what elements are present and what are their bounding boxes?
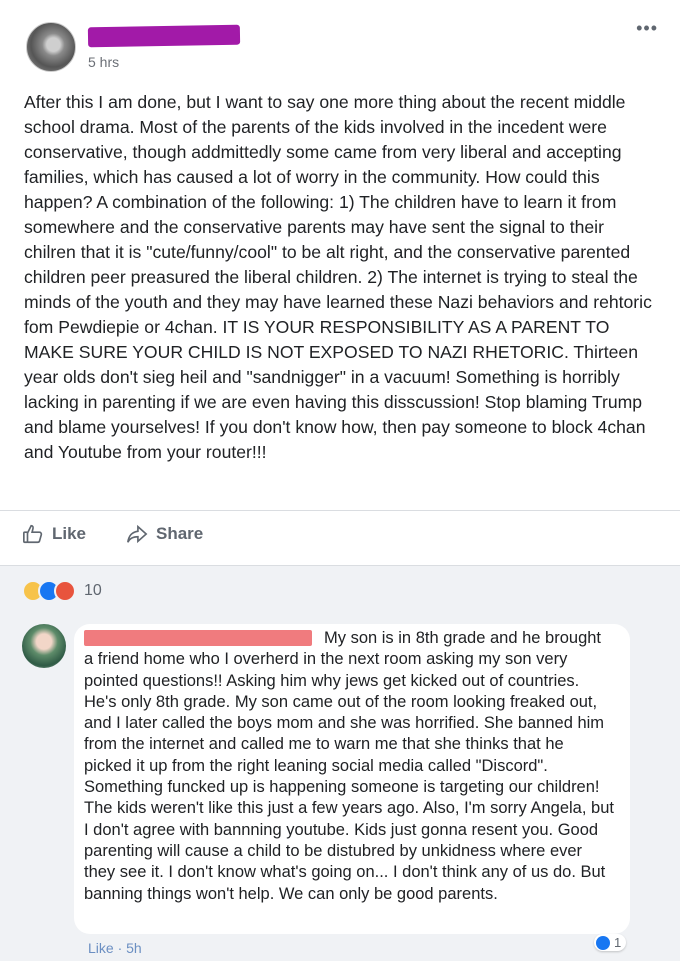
like-button[interactable]: Like [22, 523, 86, 545]
comment-meta-separator: · [117, 940, 127, 956]
reaction-count: 10 [84, 582, 102, 599]
comment-text: My son is in 8th grade and he brought a … [84, 629, 614, 903]
comment-meta: Like · 5h [88, 940, 142, 956]
comment-like-link[interactable]: Like [88, 940, 114, 956]
commenter-avatar[interactable] [22, 624, 66, 668]
like-reaction-icon [596, 935, 610, 950]
like-button-label: Like [52, 524, 87, 543]
comment-reaction-count: 1 [614, 935, 622, 950]
post-action-bar: Like Share [0, 510, 680, 561]
comment-bubble: My son is in 8th grade and he brought a … [74, 624, 630, 934]
post-card: 5 hrs ••• After this I am done, but I wa… [0, 0, 680, 565]
poster-name-redaction [87, 24, 241, 48]
share-arrow-icon [127, 524, 148, 544]
share-button[interactable]: Share [126, 523, 203, 545]
poster-avatar[interactable] [26, 22, 76, 72]
comment-reaction-badge[interactable]: 1 [594, 934, 627, 951]
comments-section: 10 My son is in 8th grade and he brought… [0, 565, 680, 961]
thumbs-up-icon [23, 524, 43, 544]
angry-reaction-icon [54, 580, 76, 602]
share-button-label: Share [156, 524, 204, 543]
post-body: After this I am done, but I want to say … [24, 92, 652, 462]
post-timestamp[interactable]: 5 hrs [88, 54, 119, 70]
more-options-icon[interactable]: ••• [636, 18, 658, 39]
reaction-summary[interactable]: 10 [22, 580, 102, 602]
comment-time[interactable]: 5h [126, 940, 142, 956]
